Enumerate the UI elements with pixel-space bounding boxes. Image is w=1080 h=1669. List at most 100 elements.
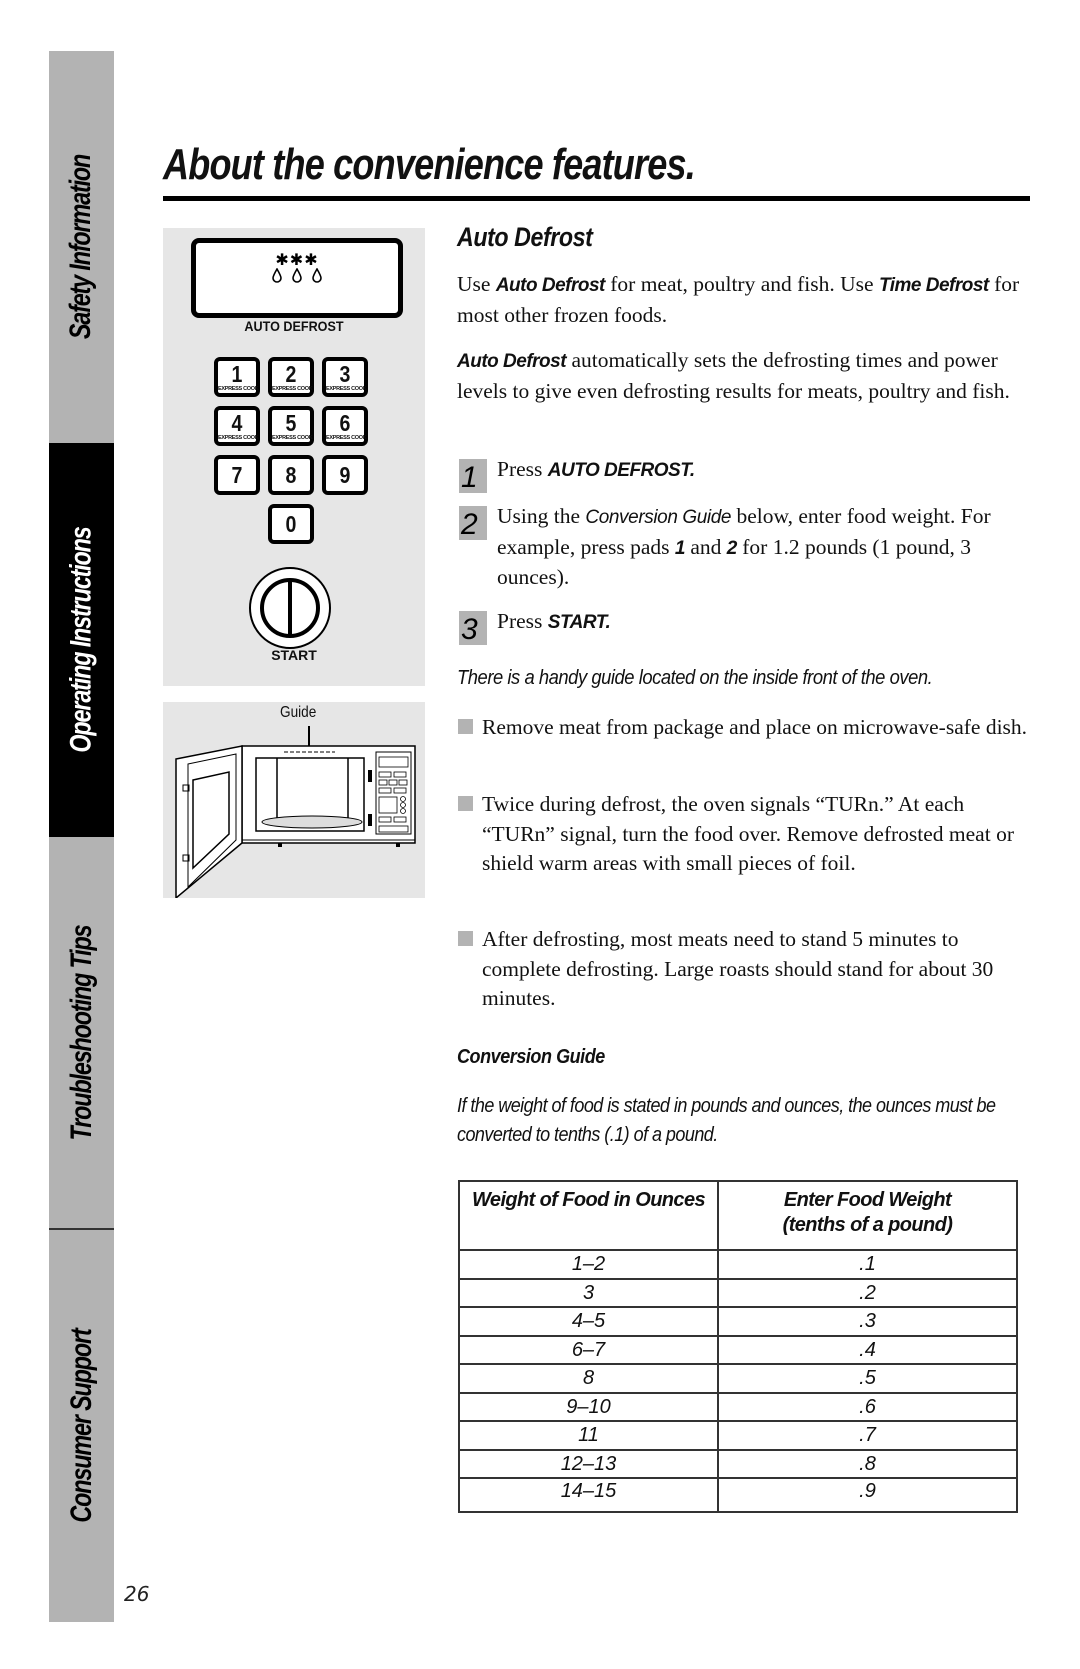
tab-label: Troubleshooting Tips [64,925,98,1141]
keypad-7[interactable]: 7 [214,455,260,495]
key-sublabel: EXPRESS COOK [218,435,259,441]
tenths-cell: .8 [717,1448,1018,1479]
emphasis: 1 [674,537,686,559]
text: Press [497,609,548,633]
bullet-text: After defrosting, most meats need to sta… [482,927,994,1010]
column-header-ounces: Weight of Food in Ounces [458,1180,719,1251]
emphasis: START. [547,612,611,633]
tab-troubleshooting-tips[interactable]: Troubleshooting Tips [49,837,114,1229]
keypad-8[interactable]: 8 [268,455,314,495]
ounces-cell: 12–13 [458,1448,719,1479]
tenths-cell: .4 [717,1334,1018,1365]
key-sublabel: EXPRESS COOK [272,435,313,441]
key-number: 6 [339,410,351,436]
bullet-text: Twice during defrost, the oven signals “… [482,792,1014,875]
step-text: Press START. [497,607,1042,638]
keypad-6[interactable]: 6 EXPRESS COOK [322,406,368,446]
key-number: 3 [339,361,351,387]
header-line: Enter Food Weight [783,1189,952,1211]
page-title: About the convenience features. [163,140,696,189]
emphasis: Auto Defrost [457,351,567,372]
auto-defrost-label: AUTO DEFROST [244,318,344,334]
tenths-cell: .5 [717,1363,1018,1394]
text: Press [497,457,548,481]
step-number: 2 [459,506,487,541]
table-row: 11.7 [458,1420,1018,1451]
emphasis: Auto Defrost [495,275,606,296]
table-row: 12–13.8 [458,1448,1018,1479]
key-number: 5 [285,410,297,436]
bullet-text: Remove meat from package and place on mi… [482,715,1028,739]
start-button[interactable] [249,567,331,649]
emphasis: Conversion Guide [585,507,732,528]
ounces-cell: 4–5 [458,1306,719,1337]
conversion-guide-heading: Conversion Guide [457,1046,605,1068]
display-window: ✱✱✱ [191,238,403,318]
keypad-2[interactable]: 2 EXPRESS COOK [268,357,314,397]
water-drop-icon [196,267,398,288]
tab-safety-information[interactable]: Safety Information [49,51,114,443]
key-number: 0 [285,511,297,537]
bullet-square-icon [458,931,473,946]
step-text: Using the Conversion Guide below, enter … [497,502,1042,593]
keypad-0[interactable]: 0 [268,504,314,544]
step-text: Press AUTO DEFROST. [497,455,1042,486]
header-line: (tenths of a pound) [782,1214,953,1236]
ounces-cell: 9–10 [458,1391,719,1422]
keypad-5[interactable]: 5 EXPRESS COOK [268,406,314,446]
tenths-cell: .2 [717,1277,1018,1308]
tab-consumer-support[interactable]: Consumer Support [49,1230,114,1622]
table-row: 1–2.1 [458,1249,1018,1280]
key-number: 9 [339,462,351,488]
snowflake-icon: ✱✱✱ [275,250,319,269]
keypad-4[interactable]: 4 EXPRESS COOK [214,406,260,446]
intro-paragraph-2: Auto Defrost automatically sets the defr… [457,346,1027,406]
bullet-square-icon [458,796,473,811]
key-sublabel: EXPRESS COOK [326,386,367,392]
ounces-cell: 1–2 [458,1249,719,1280]
step-number: 1 [459,459,487,494]
keypad-1[interactable]: 1 EXPRESS COOK [214,357,260,397]
title-rule [163,196,1030,201]
tab-operating-instructions[interactable]: Operating Instructions [49,443,114,837]
tab-label: Consumer Support [64,1329,98,1523]
keypad-3[interactable]: 3 EXPRESS COOK [322,357,368,397]
key-number: 1 [231,361,243,387]
tenths-cell: .3 [717,1306,1018,1337]
table-row: 14–15.9 [458,1477,1018,1513]
table-header-row: Weight of Food in Ounces Enter Food Weig… [458,1180,1018,1251]
ounces-cell: 14–15 [458,1477,719,1513]
page-number: 26 [124,1582,150,1606]
guide-tip: There is a handy guide located on the in… [457,667,933,689]
text: Use [457,272,496,296]
section-tabs-sidebar: Safety Information Operating Instruction… [49,51,114,1622]
intro-paragraph-1: Use Auto Defrost for meat, poultry and f… [457,270,1027,330]
column-header-tenths: Enter Food Weight (tenths of a pound) [717,1180,1018,1251]
table-row: 4–5.3 [458,1306,1018,1337]
tenths-cell: .6 [717,1391,1018,1422]
key-number: 8 [285,462,297,488]
table-row: 9–10.6 [458,1391,1018,1422]
open-microwave-drawing [175,726,416,898]
section-heading: Auto Defrost [457,222,593,252]
ounces-cell: 6–7 [458,1334,719,1365]
start-label: START [271,647,317,663]
ounces-cell: 11 [458,1420,719,1451]
tenths-cell: .1 [717,1249,1018,1280]
conversion-guide-note: If the weight of food is stated in pound… [457,1095,996,1146]
key-sublabel: EXPRESS COOK [326,435,367,441]
power-icon-bar [288,581,292,635]
text: Using the [497,504,586,528]
table-row: 6–7.4 [458,1334,1018,1365]
step-number: 3 [459,611,487,646]
ounces-cell: 3 [458,1277,719,1308]
keypad-9[interactable]: 9 [322,455,368,495]
emphasis: 2 [726,537,738,559]
bullet-square-icon [458,719,473,734]
tab-label: Safety Information [64,154,98,340]
conversion-table: Weight of Food in Ounces Enter Food Weig… [458,1180,1018,1513]
table-row: 8.5 [458,1363,1018,1394]
table-row: 3.2 [458,1277,1018,1308]
key-number: 7 [231,462,243,488]
key-number: 2 [285,361,297,387]
